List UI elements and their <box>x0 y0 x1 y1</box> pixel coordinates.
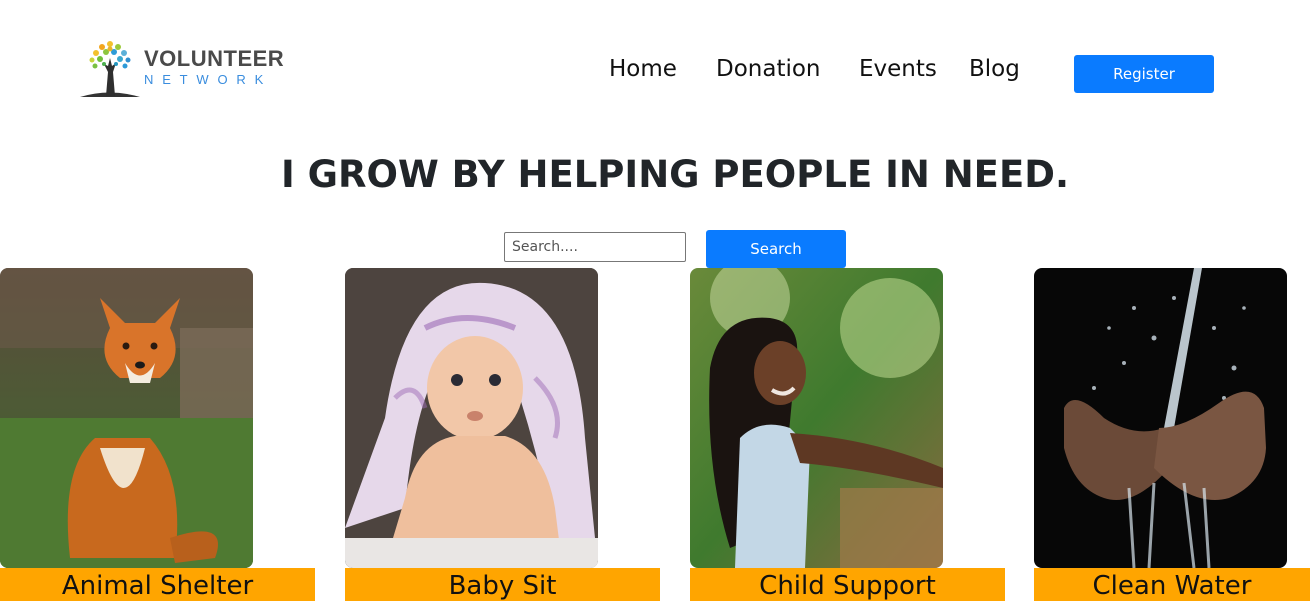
brand-subtitle: NETWORK <box>144 72 273 87</box>
card-label: Child Support <box>690 568 1005 601</box>
brand-title: VOLUNTEER <box>144 46 285 71</box>
baby-photo <box>345 268 598 568</box>
register-button[interactable]: Register <box>1074 55 1214 93</box>
nav-donation-link[interactable]: Donation <box>716 56 821 82</box>
water-hands-photo <box>1034 268 1287 568</box>
search-input[interactable] <box>504 232 686 262</box>
card-label: Baby Sit <box>345 568 660 601</box>
nav-blog-link[interactable]: Blog <box>969 56 1020 82</box>
search-button[interactable]: Search <box>706 230 846 268</box>
girl-photo <box>690 268 943 568</box>
card-label: Clean Water <box>1034 568 1310 601</box>
card-label: Animal Shelter <box>0 568 315 601</box>
hero-title: I GROW BY HELPING PEOPLE IN NEED. <box>280 153 1070 196</box>
nav-home-link[interactable]: Home <box>609 56 677 82</box>
tree-icon <box>80 41 140 97</box>
fox-photo <box>0 268 253 568</box>
brand-logo[interactable]: VOLUNTEER NETWORK <box>80 36 290 100</box>
nav-events-link[interactable]: Events <box>859 56 937 82</box>
